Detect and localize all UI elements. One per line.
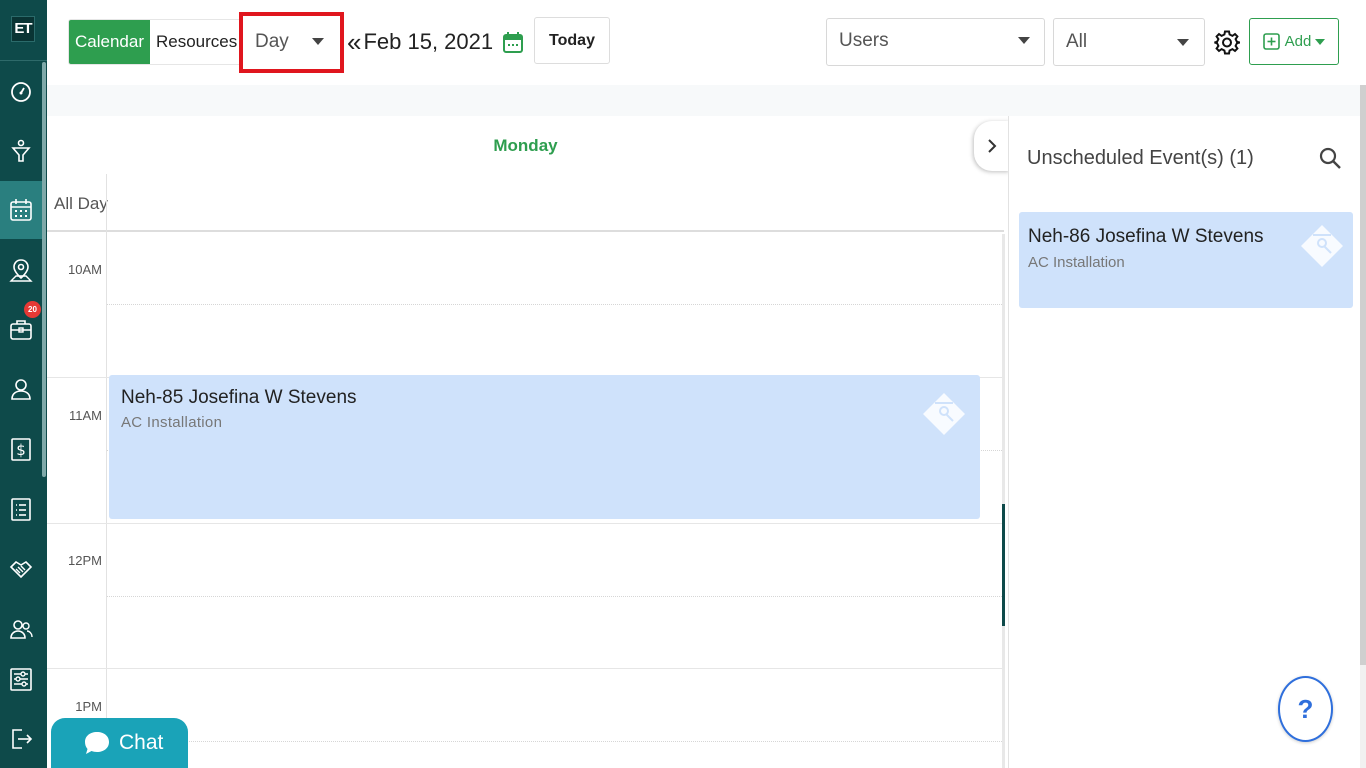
chevron-down-icon bbox=[312, 38, 324, 45]
sidebar-item-map[interactable] bbox=[0, 241, 42, 299]
chat-button[interactable]: Chat bbox=[51, 718, 188, 768]
prev-date-button[interactable]: « bbox=[347, 27, 361, 58]
sidebar-item-jobs[interactable]: 20 bbox=[0, 300, 42, 358]
plus-square-icon bbox=[1262, 33, 1280, 50]
dashboard-gauge-icon bbox=[11, 82, 31, 102]
briefcase-icon bbox=[10, 320, 32, 340]
calendar-scrollbar-thumb[interactable] bbox=[1002, 504, 1005, 626]
jobs-count-badge: 20 bbox=[24, 301, 41, 318]
day-header: Monday bbox=[493, 136, 558, 155]
page-scrollbar[interactable] bbox=[1360, 85, 1366, 768]
date-picker-icon[interactable] bbox=[503, 31, 524, 53]
chevron-right-icon bbox=[988, 139, 997, 153]
users-select[interactable]: Users bbox=[826, 18, 1045, 66]
hour-label: 10AM bbox=[68, 262, 102, 277]
calendar-scrollbar[interactable] bbox=[1002, 234, 1005, 768]
gear-icon[interactable] bbox=[1214, 29, 1240, 56]
half-hour-line bbox=[107, 741, 1004, 742]
add-button-label: Add bbox=[1284, 33, 1312, 50]
chevron-down-icon bbox=[1018, 37, 1030, 44]
half-hour-line bbox=[107, 596, 1004, 597]
unscheduled-panel: Unscheduled Event(s) (1) Neh-86 Josefina… bbox=[1008, 116, 1360, 768]
tag-icon bbox=[923, 393, 965, 435]
calendar-icon bbox=[10, 199, 32, 221]
map-pin-icon bbox=[9, 259, 33, 282]
unscheduled-title: Unscheduled Event(s) (1) bbox=[1027, 147, 1254, 169]
sidebar-item-lists[interactable] bbox=[0, 480, 42, 538]
hour-label: 11AM bbox=[69, 408, 102, 423]
app-logo[interactable]: ET bbox=[11, 16, 35, 42]
hour-line bbox=[47, 668, 1004, 669]
time-column-divider bbox=[106, 174, 107, 768]
chevron-down-icon bbox=[1177, 39, 1189, 46]
users-select-value: Users bbox=[839, 30, 889, 51]
hour-label: 12PM bbox=[68, 553, 102, 568]
view-select-value: Day bbox=[255, 31, 289, 52]
calendar-event[interactable]: Neh-85 Josefina W Stevens AC Installatio… bbox=[109, 375, 980, 519]
resources-view-button[interactable]: Resources bbox=[150, 20, 244, 64]
sidebar-item-logout[interactable] bbox=[0, 710, 42, 768]
day-calendar: Monday All Day 10AM 11AM 12PM 1PM Neh-85… bbox=[47, 116, 1010, 768]
logout-icon bbox=[12, 729, 33, 749]
dollar-icon: $ bbox=[11, 438, 31, 461]
handshake-icon bbox=[9, 560, 33, 579]
user-icon bbox=[11, 379, 31, 400]
unscheduled-event-title: Neh-86 Josefina W Stevens bbox=[1028, 226, 1264, 247]
view-toggle: Calendar Resources bbox=[68, 19, 245, 65]
toolbar: Calendar Resources Day « Feb 15, 2021 » … bbox=[47, 0, 1366, 85]
svg-text:$: $ bbox=[16, 441, 26, 459]
sidebar: ET 20 $ bbox=[0, 0, 47, 768]
all-select-value: All bbox=[1066, 31, 1088, 52]
sidebar-item-calendar[interactable] bbox=[0, 181, 42, 239]
all-day-row[interactable]: All Day bbox=[47, 174, 1004, 232]
funnel-icon bbox=[11, 139, 31, 162]
sidebar-item-deals[interactable] bbox=[0, 540, 42, 598]
users-icon bbox=[10, 620, 33, 639]
tag-icon bbox=[1301, 225, 1343, 267]
chat-bubble-icon bbox=[85, 732, 109, 754]
settings-sliders-icon bbox=[10, 668, 32, 691]
page-scrollbar-thumb[interactable] bbox=[1360, 85, 1366, 665]
sidebar-item-customers[interactable] bbox=[0, 360, 42, 418]
date-navigator: « Feb 15, 2021 » bbox=[347, 26, 550, 58]
calendar-view-button[interactable]: Calendar bbox=[69, 20, 150, 64]
search-icon[interactable] bbox=[1318, 146, 1342, 170]
toolbar-spacer bbox=[47, 85, 1360, 116]
chat-label: Chat bbox=[119, 731, 164, 754]
all-day-label: All Day bbox=[54, 194, 108, 213]
hour-label: 1PM bbox=[75, 699, 102, 714]
event-title: Neh-85 Josefina W Stevens bbox=[121, 387, 357, 408]
sidebar-scrollbar[interactable] bbox=[42, 62, 46, 477]
unscheduled-event-card[interactable]: Neh-86 Josefina W Stevens AC Installatio… bbox=[1019, 212, 1353, 308]
caret-down-icon bbox=[1315, 38, 1326, 45]
add-button[interactable]: Add bbox=[1249, 18, 1339, 65]
list-icon bbox=[11, 498, 31, 521]
unscheduled-event-subtitle: AC Installation bbox=[1028, 254, 1125, 271]
view-select[interactable]: Day bbox=[243, 16, 340, 69]
current-date: Feb 15, 2021 bbox=[363, 29, 494, 54]
collapse-panel-button[interactable] bbox=[974, 121, 1010, 171]
today-button[interactable]: Today bbox=[534, 17, 610, 64]
sidebar-item-dashboard[interactable] bbox=[0, 63, 42, 121]
help-button[interactable]: ? bbox=[1278, 676, 1333, 742]
sidebar-divider bbox=[0, 60, 47, 61]
hour-line bbox=[47, 523, 1004, 524]
sidebar-item-settings[interactable] bbox=[0, 650, 42, 708]
event-subtitle: AC Installation bbox=[121, 414, 223, 431]
sidebar-item-leads[interactable] bbox=[0, 122, 42, 180]
sidebar-item-invoices[interactable]: $ bbox=[0, 420, 42, 478]
all-select[interactable]: All bbox=[1053, 18, 1205, 66]
half-hour-line bbox=[107, 304, 1004, 305]
